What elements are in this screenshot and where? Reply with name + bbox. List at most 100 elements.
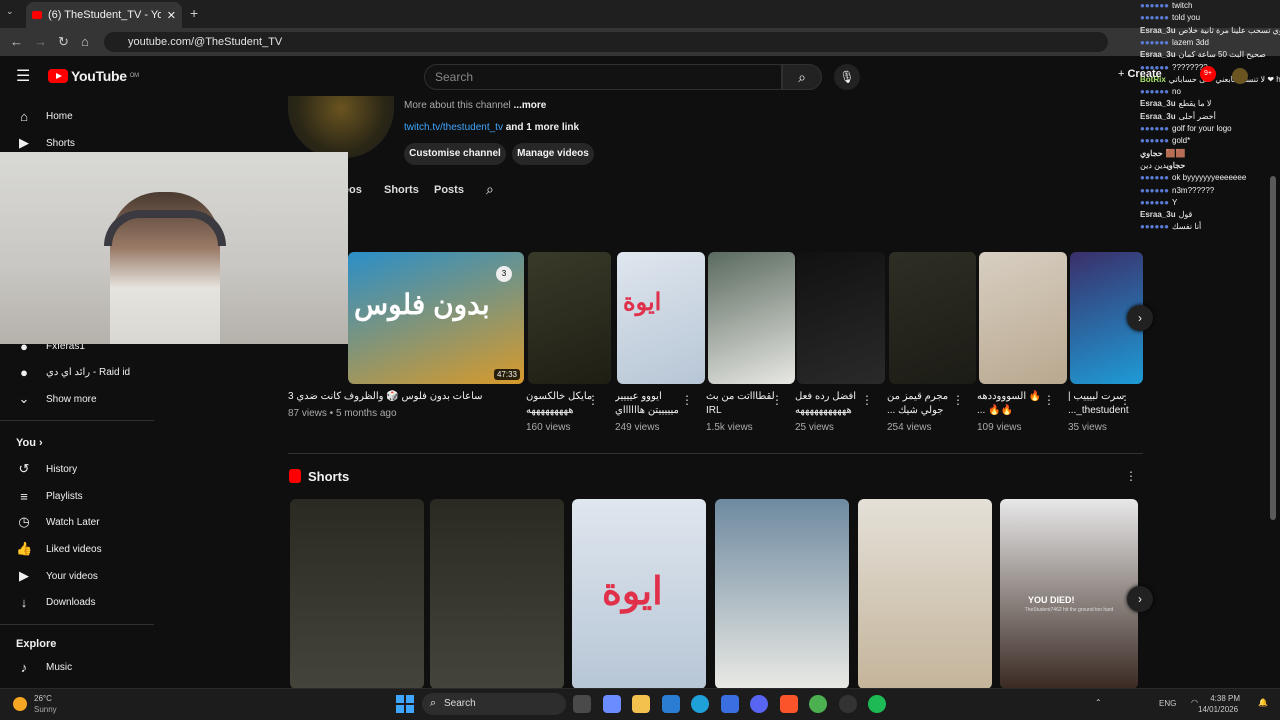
weather-temp[interactable]: 26°C	[34, 694, 52, 703]
language-indicator[interactable]: ENG	[1159, 699, 1176, 708]
chevron-right-icon[interactable]: ›	[1127, 305, 1153, 331]
copilot-icon[interactable]	[602, 695, 621, 713]
edge-icon[interactable]	[691, 695, 709, 713]
chat-username[interactable]: Esraa_3u	[1140, 112, 1176, 121]
tab-list-icon[interactable]: ⌄	[6, 6, 14, 17]
video-thumbnail[interactable]	[797, 252, 885, 384]
video-thumbnail[interactable]	[979, 252, 1067, 384]
chat-username[interactable]: Esraa_3u	[1140, 26, 1176, 35]
chat-username[interactable]: حجاوي	[1140, 149, 1163, 158]
manage-videos-button[interactable]: Manage videos	[512, 143, 594, 165]
video-more-icon[interactable]: ⋮	[1043, 393, 1055, 407]
video-more-icon[interactable]: ⋮	[587, 393, 599, 407]
menu-icon[interactable]: ☰	[16, 66, 30, 86]
short-thumbnail[interactable]	[430, 499, 564, 689]
store-icon[interactable]	[720, 695, 739, 713]
you-section-header[interactable]: You ›	[16, 437, 43, 449]
chat-username[interactable]: ●●●●●●	[1140, 38, 1169, 47]
tab-close-icon[interactable]: ✕	[167, 9, 176, 22]
tab-shorts[interactable]: Shorts	[384, 184, 419, 196]
chat-text: قول	[1178, 210, 1193, 220]
wifi-icon[interactable]: ◠	[1191, 698, 1198, 707]
youtube-logo[interactable]: YouTube OM	[48, 68, 139, 84]
chat-username[interactable]: ●●●●●●	[1140, 13, 1169, 22]
browser-tab[interactable]: (6) TheStudent_TV - YouTube ✕	[26, 2, 182, 28]
video-more-icon[interactable]: ⋮	[771, 393, 783, 407]
search-input[interactable]: Search	[424, 64, 782, 90]
chat-username[interactable]: ●●●●●●	[1140, 136, 1169, 145]
weather-sun-icon[interactable]	[13, 697, 27, 711]
sidebar-item-downloads[interactable]: ↓ Downloads	[16, 589, 156, 615]
sidebar-item-watch-later[interactable]: ◷ Watch Later	[16, 509, 156, 535]
account-avatar[interactable]	[1232, 68, 1248, 84]
chat-username[interactable]: ●●●●●●	[1140, 186, 1169, 195]
notifications-icon[interactable]: 🔔	[1258, 698, 1268, 707]
chrome-icon[interactable]	[809, 695, 827, 713]
voice-search-icon[interactable]: 🎙	[834, 64, 860, 90]
chat-username[interactable]: ●●●●●●	[1140, 1, 1169, 10]
chevron-right-icon[interactable]: ›	[1127, 586, 1153, 612]
chat-username[interactable]: Esraa_3u	[1140, 99, 1176, 108]
chat-username[interactable]: ●●●●●●	[1140, 124, 1169, 133]
chat-username[interactable]: ●●●●●●	[1140, 198, 1169, 207]
video-thumbnail[interactable]: ايوة	[617, 252, 705, 384]
notification-badge[interactable]: 9+	[1200, 66, 1216, 82]
brave-icon[interactable]	[779, 695, 798, 713]
sidebar-item-liked[interactable]: 👍 Liked videos	[16, 536, 156, 562]
sidebar-item-playlists[interactable]: ≡ Playlists	[16, 483, 156, 509]
channel-search-icon[interactable]: ⌕	[486, 181, 494, 198]
channel-avatar[interactable]	[288, 96, 394, 158]
short-thumbnail[interactable]: YOU DIED! TheStudent7462 hit the ground t…	[1000, 499, 1138, 689]
sidebar-item-history[interactable]: ↺ History	[16, 456, 156, 482]
video-more-icon[interactable]: ⋮	[1119, 393, 1131, 407]
chat-username[interactable]: Esraa_3u	[1140, 210, 1176, 219]
shorts-more-icon[interactable]: ⋮	[1125, 469, 1137, 483]
video-thumbnail[interactable]	[889, 252, 976, 384]
video-thumbnail[interactable]	[528, 252, 611, 384]
video-thumbnail[interactable]	[708, 252, 795, 384]
short-thumbnail[interactable]	[715, 499, 849, 689]
url-bar[interactable]: youtube.com/@TheStudent_TV	[104, 32, 1108, 52]
spotify-icon[interactable]	[868, 695, 886, 713]
chat-username[interactable]: حجاوي	[1167, 161, 1186, 170]
sidebar-item-your-videos[interactable]: ▶ Your videos	[16, 563, 156, 589]
tray-chevron-icon[interactable]: ⌃	[1095, 698, 1102, 707]
discord-icon[interactable]	[750, 695, 768, 713]
folder-icon[interactable]	[632, 695, 650, 713]
back-icon[interactable]: ←	[10, 28, 23, 56]
sidebar-item-music[interactable]: ♪ Music	[16, 654, 156, 680]
forward-icon[interactable]: →	[34, 28, 47, 56]
chat-username[interactable]: ●●●●●●	[1140, 173, 1169, 182]
short-thumbnail[interactable]	[858, 499, 992, 689]
tab-posts[interactable]: Posts	[434, 184, 464, 196]
short-thumbnail[interactable]: ايوة	[572, 499, 706, 689]
video-more-icon[interactable]: ⋮	[681, 393, 693, 407]
customise-channel-button[interactable]: Customise channel	[404, 143, 506, 165]
page-scrollbar[interactable]	[1270, 176, 1276, 520]
video-title[interactable]: ساعات بدون فلوس 🎲 والظروف كانت ضدي 3	[288, 390, 508, 404]
clock-time[interactable]: 4:38 PM	[1210, 694, 1240, 703]
show-more-button[interactable]: ⌄ Show more	[16, 386, 156, 412]
channel-about[interactable]: More about this channel ...more	[404, 100, 546, 111]
video-thumbnail[interactable]: بدون فلوس 47:33 3	[348, 252, 524, 384]
create-button[interactable]: + Create	[1118, 68, 1162, 80]
reload-icon[interactable]: ↻	[58, 28, 69, 56]
sidebar-sub-item[interactable]: ● رائد اي دي - Raid id	[16, 359, 156, 385]
home-browser-icon[interactable]: ⌂	[81, 28, 89, 56]
search-icon: ⌕	[798, 69, 806, 85]
obs-icon[interactable]	[838, 695, 857, 713]
word-icon[interactable]	[661, 695, 680, 713]
video-more-icon[interactable]: ⋮	[861, 393, 873, 407]
new-tab-icon[interactable]: +	[190, 5, 198, 21]
short-thumbnail[interactable]	[290, 499, 424, 689]
chat-username[interactable]: Esraa_3u	[1140, 50, 1176, 59]
channel-links[interactable]: twitch.tv/thestudent_tv and 1 more link	[404, 122, 579, 133]
sidebar-item-home[interactable]: ⌂ Home	[16, 103, 156, 129]
taskbar-search[interactable]: Search	[422, 693, 566, 715]
video-more-icon[interactable]: ⋮	[952, 393, 964, 407]
windows-start-icon[interactable]	[396, 695, 414, 713]
file-explorer-icon[interactable]	[573, 695, 591, 713]
chat-username[interactable]: ●●●●●●	[1140, 222, 1169, 231]
search-button[interactable]: ⌕	[782, 64, 822, 90]
chat-username[interactable]: ●●●●●●	[1140, 87, 1169, 96]
